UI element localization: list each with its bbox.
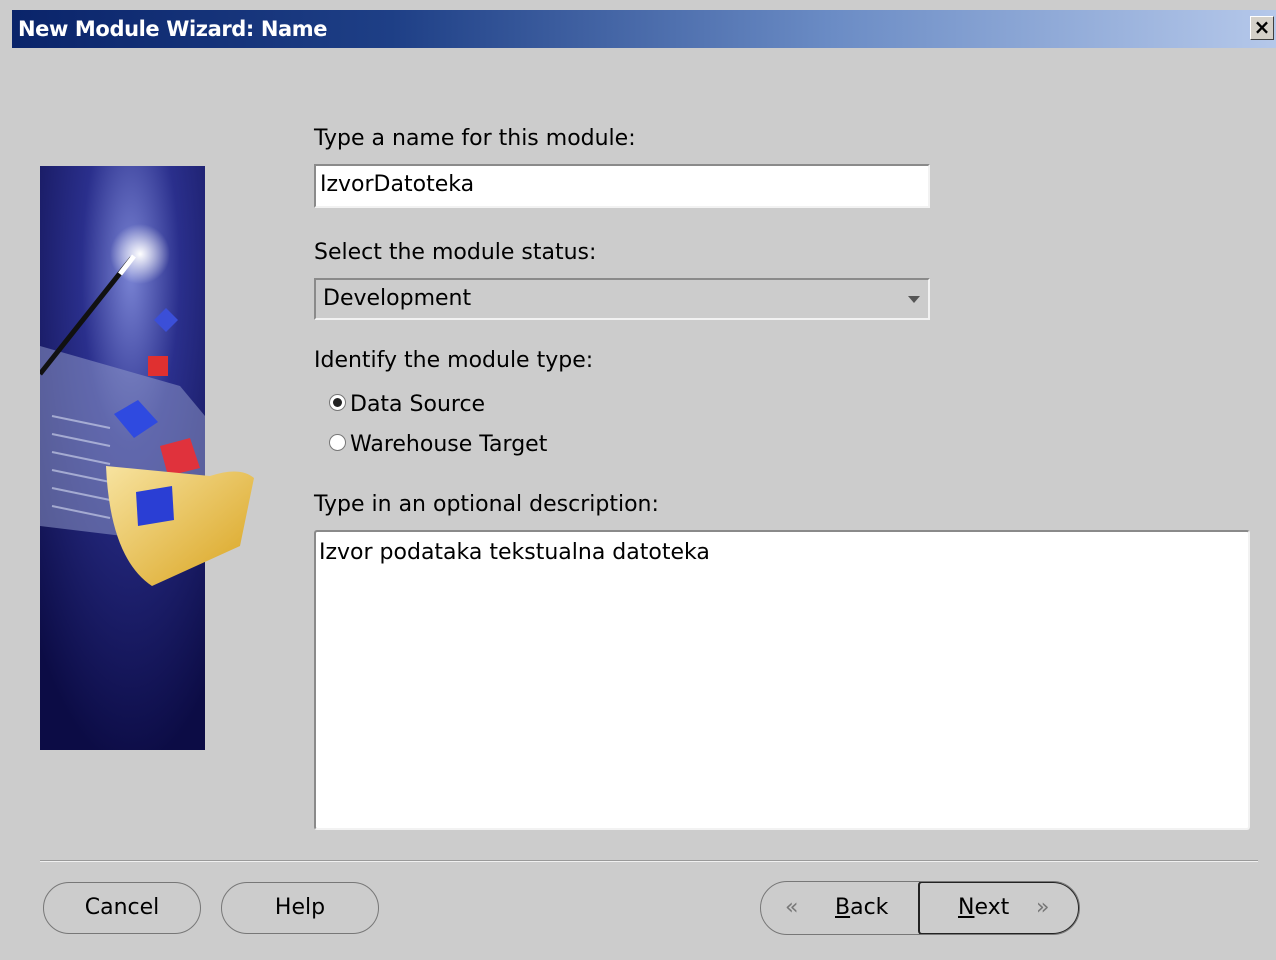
navigation-button-group: « Back Next »	[760, 881, 1080, 935]
next-button[interactable]: Next »	[918, 882, 1079, 934]
button-separator	[40, 860, 1258, 862]
back-button[interactable]: « Back	[761, 882, 918, 934]
close-button[interactable]: ×	[1250, 16, 1274, 40]
radio-checked-icon	[329, 393, 346, 411]
radio-unchecked-icon	[329, 433, 346, 451]
radio-warehouse-target-label: Warehouse Target	[350, 432, 548, 457]
cancel-button[interactable]: Cancel	[43, 882, 201, 934]
module-status-select[interactable]: Development	[314, 278, 930, 320]
module-type-label: Identify the module type:	[314, 348, 594, 373]
module-name-label: Type a name for this module:	[314, 126, 636, 151]
help-button[interactable]: Help	[221, 882, 379, 934]
module-status-value: Development	[323, 286, 472, 311]
radio-data-source[interactable]: Data Source	[329, 392, 485, 417]
next-mnemonic: N	[958, 895, 975, 920]
title-bar: New Module Wizard: Name ×	[12, 10, 1276, 48]
dropdown-arrow-icon	[908, 296, 920, 303]
next-label: ext	[974, 895, 1010, 920]
back-label: ack	[850, 895, 889, 920]
module-name-input[interactable]: IzvorDatoteka	[314, 164, 930, 208]
chevron-right-icon: »	[1036, 895, 1050, 920]
chevron-left-icon: «	[785, 895, 799, 920]
radio-warehouse-target[interactable]: Warehouse Target	[329, 432, 547, 457]
back-mnemonic: B	[835, 895, 851, 920]
radio-data-source-label: Data Source	[350, 392, 486, 417]
description-textarea[interactable]: Izvor podataka tekstualna datoteka	[314, 530, 1250, 830]
wizard-graphic	[38, 166, 260, 750]
description-label: Type in an optional description:	[314, 492, 659, 517]
module-status-label: Select the module status:	[314, 240, 597, 265]
window-title: New Module Wizard: Name	[18, 17, 328, 41]
